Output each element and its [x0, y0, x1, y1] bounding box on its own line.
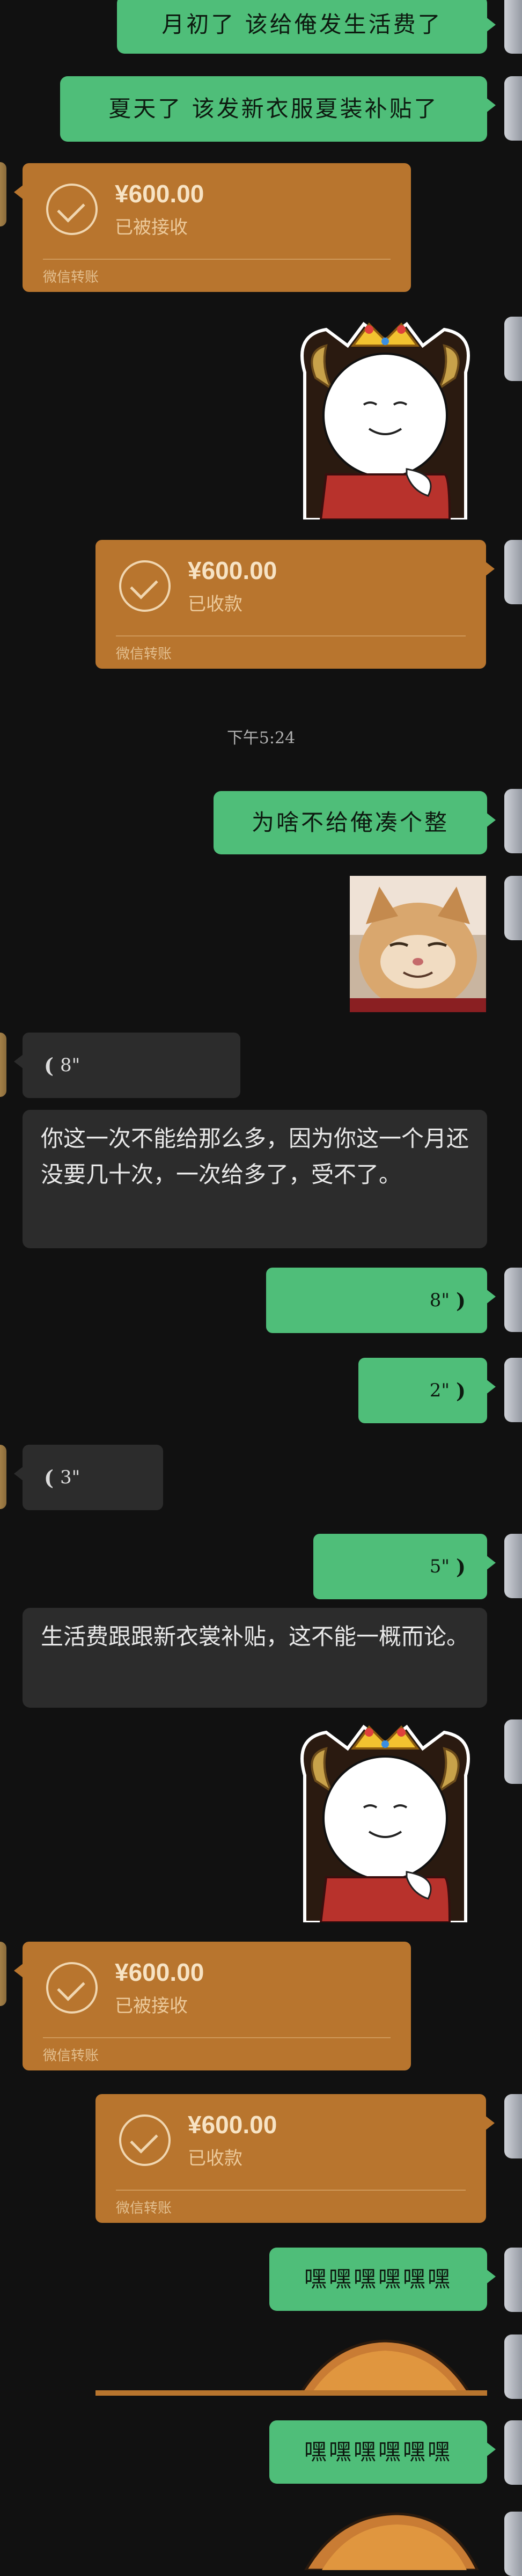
transfer-status: 已被接收: [115, 217, 188, 238]
message-text: 生活费跟跟新衣裳补贴，这不能一概而论。: [41, 1623, 469, 1650]
transfer-footer: 微信转账: [116, 2200, 172, 2216]
transfer-status: 已收款: [188, 594, 242, 615]
voice-wave-icon: (: [44, 1465, 54, 1490]
voice-wave-icon: ): [456, 1554, 466, 1579]
divider: [43, 2037, 391, 2038]
message-bubble-sent[interactable]: 嘿嘿嘿嘿嘿嘿: [269, 2420, 496, 2484]
transfer-footer: 微信转账: [43, 269, 99, 286]
voice-message-received[interactable]: ( 8": [14, 1033, 240, 1098]
cat-king-sticker[interactable]: [283, 1716, 487, 1922]
voice-message-sent[interactable]: 8" ): [266, 1268, 496, 1333]
voice-message-sent[interactable]: 5" ): [313, 1534, 496, 1599]
transfer-card[interactable]: ¥600.00 已被接收 微信转账: [14, 163, 411, 292]
avatar[interactable]: [0, 1942, 6, 2006]
divider: [116, 635, 466, 636]
transfer-amount: ¥600.00: [188, 557, 277, 584]
message-bubble-sent[interactable]: 月初了 该给俺发生活费了: [117, 0, 496, 54]
avatar[interactable]: [504, 317, 522, 381]
avatar[interactable]: [504, 1719, 522, 1784]
message-text: 你这一次不能给那么多，因为你这一个月还没要几十次，一次给多了，受不了。: [41, 1125, 469, 1188]
transfer-footer: 微信转账: [43, 2048, 99, 2064]
check-circle-icon: [46, 1962, 98, 2014]
timestamp: 下午5:24: [226, 729, 296, 748]
avatar[interactable]: [504, 540, 522, 604]
transfer-amount: ¥600.00: [115, 180, 204, 208]
transfer-status: 已被接收: [115, 1995, 188, 2017]
avatar[interactable]: [0, 1033, 6, 1097]
avatar[interactable]: [504, 1534, 522, 1598]
voice-message-sent[interactable]: 2" ): [358, 1358, 496, 1423]
voice-wave-icon: ): [456, 1378, 466, 1403]
check-circle-icon: [46, 184, 98, 235]
voice-wave-icon: ): [456, 1288, 466, 1313]
avatar[interactable]: [0, 1445, 6, 1509]
avatar[interactable]: [504, 789, 522, 853]
check-circle-icon: [119, 2114, 171, 2166]
voice-duration: 3": [60, 1467, 80, 1488]
avatar[interactable]: [0, 162, 6, 226]
partial-sticker[interactable]: [95, 2337, 487, 2396]
divider: [116, 2190, 466, 2191]
transfer-amount: ¥600.00: [115, 1958, 204, 1986]
avatar[interactable]: [504, 2420, 522, 2485]
avatar[interactable]: [504, 1268, 522, 1332]
voice-duration: 8": [429, 1290, 450, 1311]
message-bubble-received[interactable]: 你这一次不能给那么多，因为你这一个月还没要几十次，一次给多了，受不了。: [23, 1110, 487, 1248]
avatar[interactable]: [504, 2512, 522, 2576]
avatar[interactable]: [504, 76, 522, 141]
message-bubble-sent[interactable]: 嘿嘿嘿嘿嘿嘿: [269, 2248, 496, 2311]
transfer-card[interactable]: ¥600.00 已收款 微信转账: [95, 540, 495, 669]
voice-message-received[interactable]: ( 3": [14, 1445, 163, 1510]
message-bubble-received[interactable]: 生活费跟跟新衣裳补贴，这不能一概而论。: [23, 1608, 487, 1708]
transfer-footer: 微信转账: [116, 646, 172, 662]
voice-duration: 2": [429, 1380, 450, 1401]
cat-photo[interactable]: [350, 876, 486, 1012]
avatar[interactable]: [504, 0, 522, 54]
avatar[interactable]: [504, 2094, 522, 2158]
avatar[interactable]: [504, 1358, 522, 1422]
cat-king-sticker[interactable]: [283, 313, 487, 519]
avatar[interactable]: [504, 2248, 522, 2312]
avatar[interactable]: [504, 876, 522, 940]
voice-wave-icon: (: [44, 1053, 54, 1078]
avatar[interactable]: [504, 2334, 522, 2399]
transfer-status: 已收款: [188, 2148, 242, 2169]
check-circle-icon: [119, 560, 171, 612]
partial-sticker[interactable]: [290, 2512, 487, 2570]
transfer-card[interactable]: ¥600.00 已收款 微信转账: [95, 2094, 495, 2223]
divider: [43, 259, 391, 260]
voice-duration: 5": [429, 1556, 450, 1577]
transfer-card[interactable]: ¥600.00 已被接收 微信转账: [14, 1942, 411, 2070]
transfer-amount: ¥600.00: [188, 2111, 277, 2139]
message-bubble-sent[interactable]: 为啥不给俺凑个整: [214, 791, 496, 854]
message-bubble-sent[interactable]: 夏天了 该发新衣服夏装补贴了: [60, 76, 496, 142]
voice-duration: 8": [60, 1055, 80, 1076]
